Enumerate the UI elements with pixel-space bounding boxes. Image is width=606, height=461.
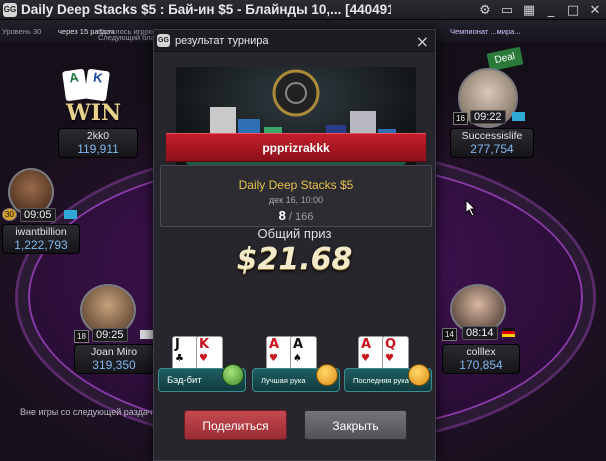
sit-out-notice: Вне игры со следующей раздачи [20,407,158,417]
hand-cards: A ♥ Q ♥ [358,336,418,370]
wave-emoji-icon [408,364,430,386]
playing-card: J ♣ [172,336,199,370]
tournament-result-dialog: GG результат турнира × ppprizrakkk Daily… [153,29,436,461]
nameplate: Joan Miro 319,350 [74,344,154,374]
thumbs-up-emoji-icon [316,364,338,386]
level-badge: 18 [74,330,89,343]
flag-icon [64,210,77,219]
window-title: Daily Deep Stacks $5 : Бай-ин $5 - Блайн… [21,2,391,17]
hand-highlights: J ♣ K ♥ Бэд-бит A ♥ A ♠ Лучшая рука A ♥ Q ♥ По… [154,336,437,396]
playing-card: Q ♥ [382,336,409,370]
level-badge: 14 [442,328,457,341]
hand-cards: A ♥ A ♠ [266,336,326,370]
player-stack: 319,350 [92,358,136,372]
player-name: iwantbillion [15,226,67,238]
share-button[interactable]: Поделиться [184,410,287,440]
player-name: 2kk0 [86,130,110,142]
playing-card: A ♥ [358,336,385,370]
title-bar-controls: ⚙ ▭ ▦ _ □ ✕ [474,0,606,20]
player-name: Joan Miro [90,346,138,358]
position-value: 8 [278,208,286,223]
app-logo-icon: GG [157,34,170,47]
card-back-icon: K [84,68,110,102]
close-icon[interactable]: × [416,32,429,51]
level-text: Уровень 30 [2,27,42,36]
championship-text[interactable]: Чемпионат ...мира... [450,27,521,36]
app-logo-icon: GG [3,2,17,17]
level-badge: 16 [453,112,468,125]
timer: 09:05 [20,208,56,222]
playing-card: A ♥ [266,336,293,370]
close-button[interactable]: Закрыть [304,410,407,440]
player-name: Successislife [461,130,523,142]
window-title-bar: GG Daily Deep Stacks $5 : Бай-ин $5 - Бл… [0,0,606,20]
level-badge: 30 [2,208,17,221]
hand-best[interactable]: A ♥ A ♠ Лучшая рука [252,336,340,394]
timer: 09:22 [470,110,506,124]
dialog-title: результат турнира [175,34,269,47]
flag-icon [512,112,525,121]
win-badge: WIN [66,100,122,126]
maximize-icon[interactable]: □ [562,0,584,20]
prize-label: Общий приз [257,226,332,241]
player-stack: 277,754 [470,142,514,156]
position-total: / 166 [288,211,314,223]
player-stack: 119,911 [77,142,119,156]
nameplate: 2kk0 119,911 [58,128,138,158]
dialog-header: GG результат турнира × [154,30,435,52]
player-stack: 170,854 [459,358,503,372]
hand-cards: J ♣ K ♥ [172,336,232,370]
sad-emoji-icon [222,364,244,386]
timer: 09:25 [92,328,128,342]
gear-icon[interactable]: ⚙ [474,0,496,20]
player-ribbon: ppprizrakkk [166,133,426,162]
finish-position: 8 / 166 [161,208,431,223]
tournament-name: Daily Deep Stacks $5 [238,178,354,192]
playing-card: A ♠ [290,336,317,370]
player-stack: 1,222,793 [14,238,68,252]
player-name: colllex [466,346,496,358]
player-name: ppprizrakkk [262,141,330,155]
nameplate: Successislife 277,754 [450,128,534,158]
nameplate: colllex 170,854 [442,344,520,374]
flag-icon [502,328,515,337]
hand-last[interactable]: A ♥ Q ♥ Последняя рука [344,336,432,394]
flag-icon [140,330,153,339]
tournament-date: дек 16, 10:00 [268,195,324,205]
timer: 08:14 [462,326,498,340]
close-icon[interactable]: ✕ [584,0,606,20]
prize-value: $21.68 [236,242,353,277]
mouse-cursor-icon [465,199,477,217]
hand-bad-beat[interactable]: J ♣ K ♥ Бэд-бит [158,336,246,394]
lobby-icon[interactable]: ▭ [496,0,518,20]
playing-card: K ♥ [196,336,223,370]
minimize-icon[interactable]: _ [540,0,562,20]
table-layout-icon[interactable]: ▦ [518,0,540,20]
tournament-ticket: Daily Deep Stacks $5 дек 16, 10:00 8 / 1… [160,165,432,227]
nameplate: iwantbillion 1,222,793 [2,224,80,254]
